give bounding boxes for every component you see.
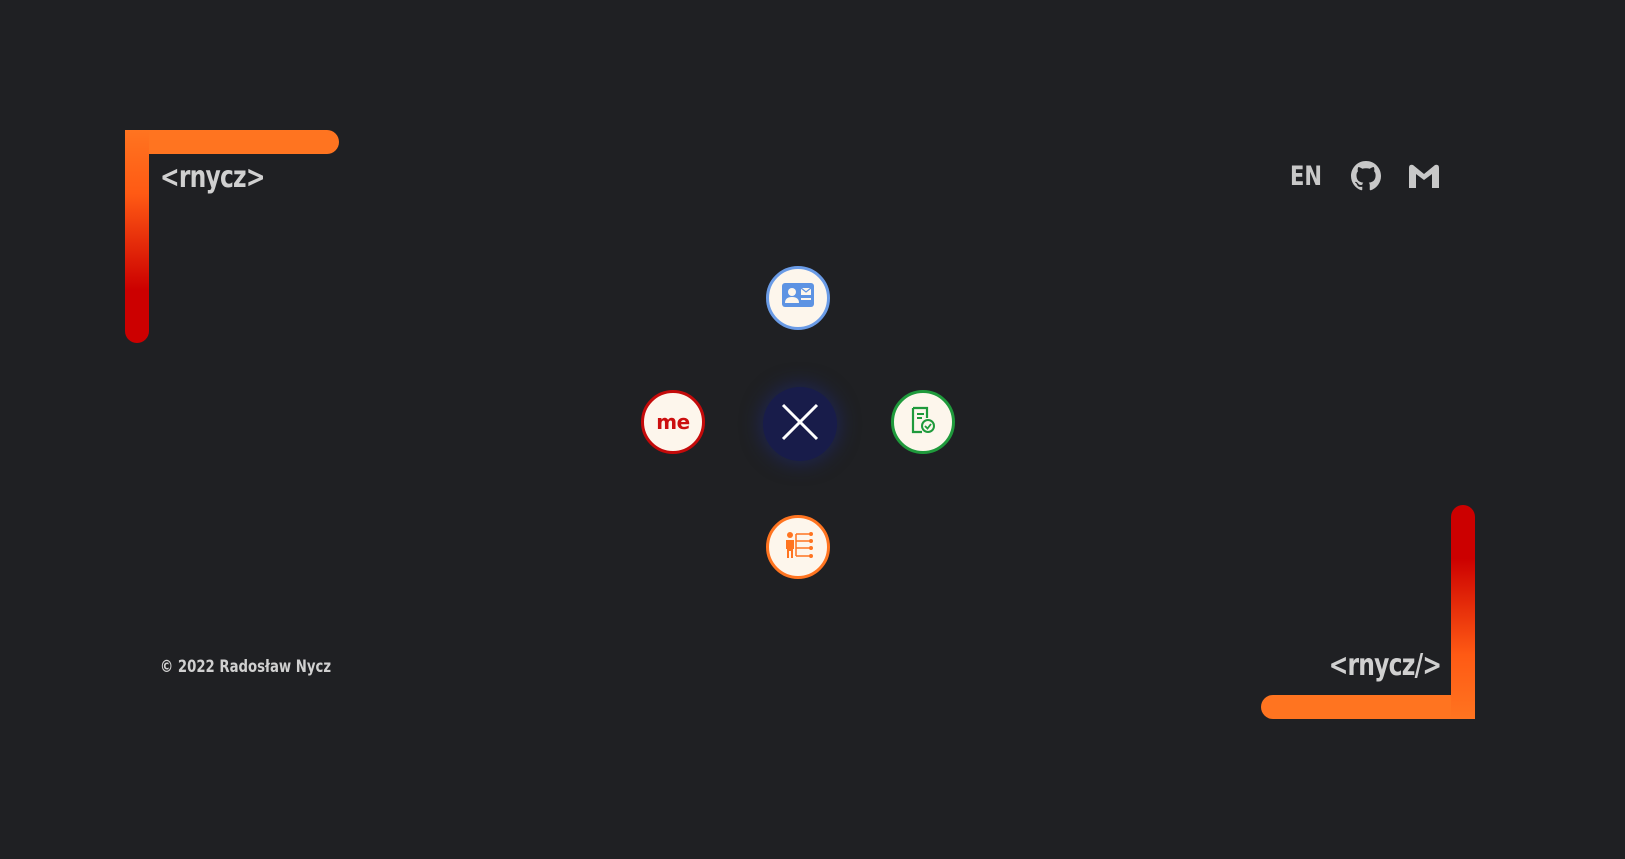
- close-icon: [781, 403, 819, 446]
- about-me-button[interactable]: me: [641, 390, 705, 454]
- skills-button[interactable]: [766, 515, 830, 579]
- resume-check-icon: [910, 406, 936, 439]
- corner-bracket-bottom-right-horizontal: [1261, 695, 1475, 719]
- menu-toggle-button[interactable]: [763, 387, 837, 461]
- page: <rnycz> EN me © 2022 Radosław Nycz <rnyc…: [0, 0, 1625, 859]
- corner-bracket-bottom-right-vertical: [1451, 505, 1475, 719]
- corner-bracket-top-left-horizontal: [125, 130, 339, 154]
- me-label: me: [656, 410, 690, 434]
- top-nav: EN: [1290, 160, 1440, 192]
- closing-logo: <rnycz/>: [1328, 648, 1442, 683]
- corner-bracket-top-left-vertical: [125, 130, 149, 343]
- person-tree-icon: [782, 529, 814, 566]
- gmail-icon[interactable]: [1408, 160, 1440, 192]
- language-switch[interactable]: EN: [1290, 161, 1322, 192]
- contact-card-icon: [782, 282, 814, 314]
- contact-button[interactable]: [766, 266, 830, 330]
- cv-button[interactable]: [891, 390, 955, 454]
- copyright-text: © 2022 Radosław Nycz: [160, 657, 332, 677]
- github-icon[interactable]: [1350, 160, 1382, 192]
- logo-link[interactable]: <rnycz>: [160, 160, 265, 195]
